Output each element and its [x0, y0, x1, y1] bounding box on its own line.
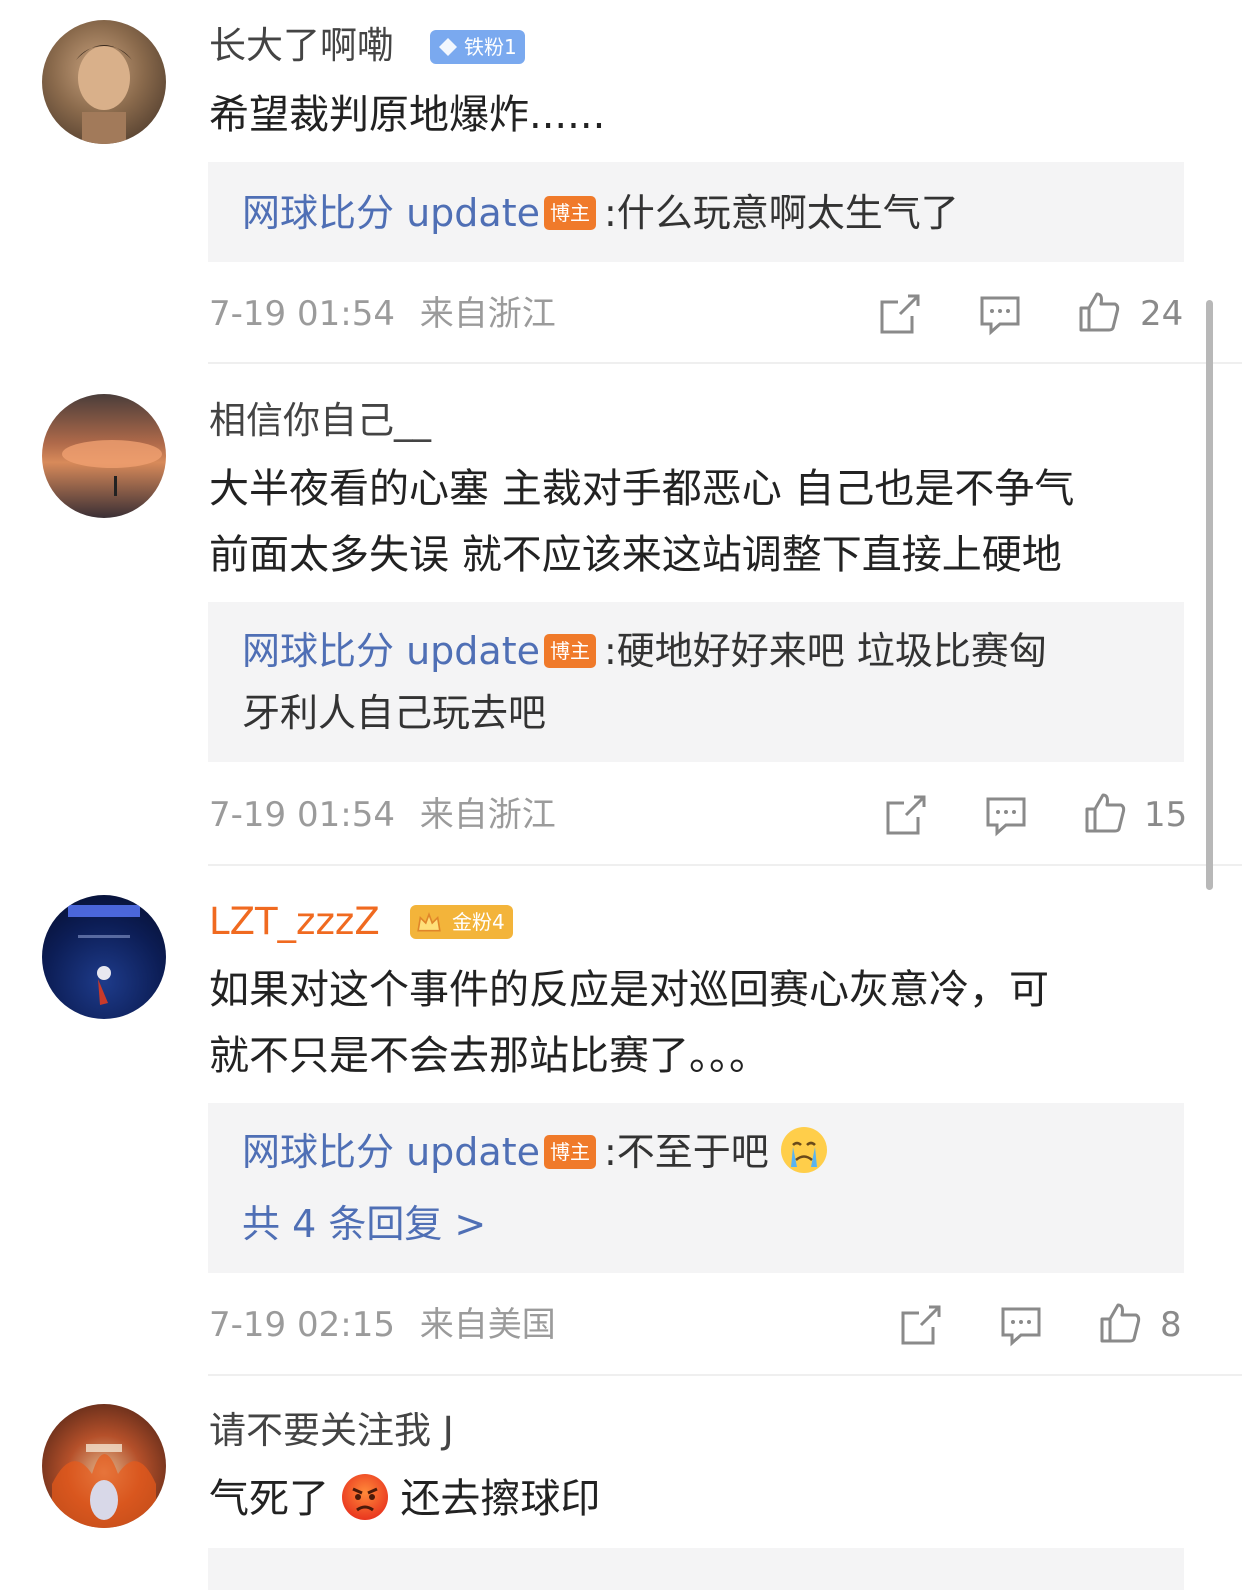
angry-emoji-icon — [341, 1474, 388, 1520]
comment-text-part: 气死了 — [209, 1476, 329, 1522]
comment-text-part: 还去擦球印 — [400, 1476, 601, 1522]
avatar[interactable] — [42, 1404, 166, 1528]
comment-text: 气死了 还去擦球印 — [209, 1466, 600, 1532]
username[interactable]: 请不要关注我 J — [209, 1407, 454, 1455]
reply-box[interactable] — [208, 1548, 1184, 1590]
scrollbar[interactable] — [1206, 300, 1213, 890]
comment-item: 请不要关注我 J 气死了 还去擦球印 — [0, 0, 1242, 1590]
